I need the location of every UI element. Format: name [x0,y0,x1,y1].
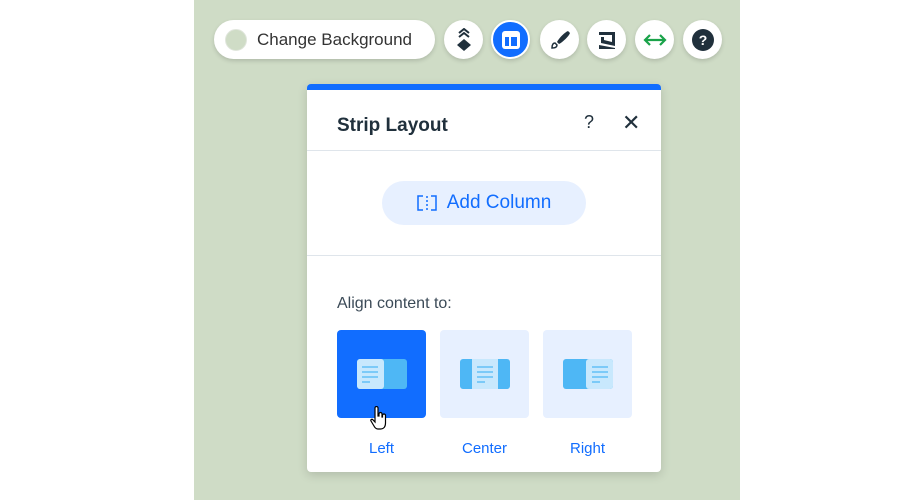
panel-close-button[interactable]: ✕ [622,110,640,136]
animation-icon [598,31,615,49]
align-right-icon [562,359,613,389]
align-left-label: Left [368,440,395,457]
add-column-label: Add Column [446,192,552,213]
align-left-option[interactable] [337,330,426,418]
stretch-button[interactable] [635,20,674,59]
layout-icon [501,30,520,49]
layout-button[interactable] [491,20,530,59]
paint-brush-icon [550,30,570,49]
strip-layout-panel: Strip Layout ? ✕ Add Column Align conten… [307,84,661,472]
hand-cursor-icon [370,406,387,430]
panel-title: Strip Layout [337,115,448,136]
divider [307,255,661,256]
add-column-button[interactable]: Add Column [382,181,586,225]
align-center-option[interactable] [440,330,529,418]
design-button[interactable] [540,20,579,59]
divider [307,150,661,151]
align-right-label: Right [569,440,606,457]
svg-text:?: ? [698,32,707,48]
align-center-label: Center [461,440,508,457]
panel-help-button[interactable]: ? [584,112,594,133]
arrange-button[interactable] [444,20,483,59]
help-icon: ? [691,28,714,51]
change-background-button[interactable]: Change Background [214,20,435,59]
animation-button[interactable] [587,20,626,59]
add-column-icon [416,195,437,211]
stretch-icon [642,33,667,46]
align-left-icon [356,359,407,389]
align-content-label: Align content to: [337,295,452,312]
align-center-icon [459,359,510,389]
align-right-option[interactable] [543,330,632,418]
arrange-icon [456,27,471,51]
help-button[interactable]: ? [683,20,722,59]
color-swatch-icon [225,28,247,51]
change-background-label: Change Background [257,29,413,49]
